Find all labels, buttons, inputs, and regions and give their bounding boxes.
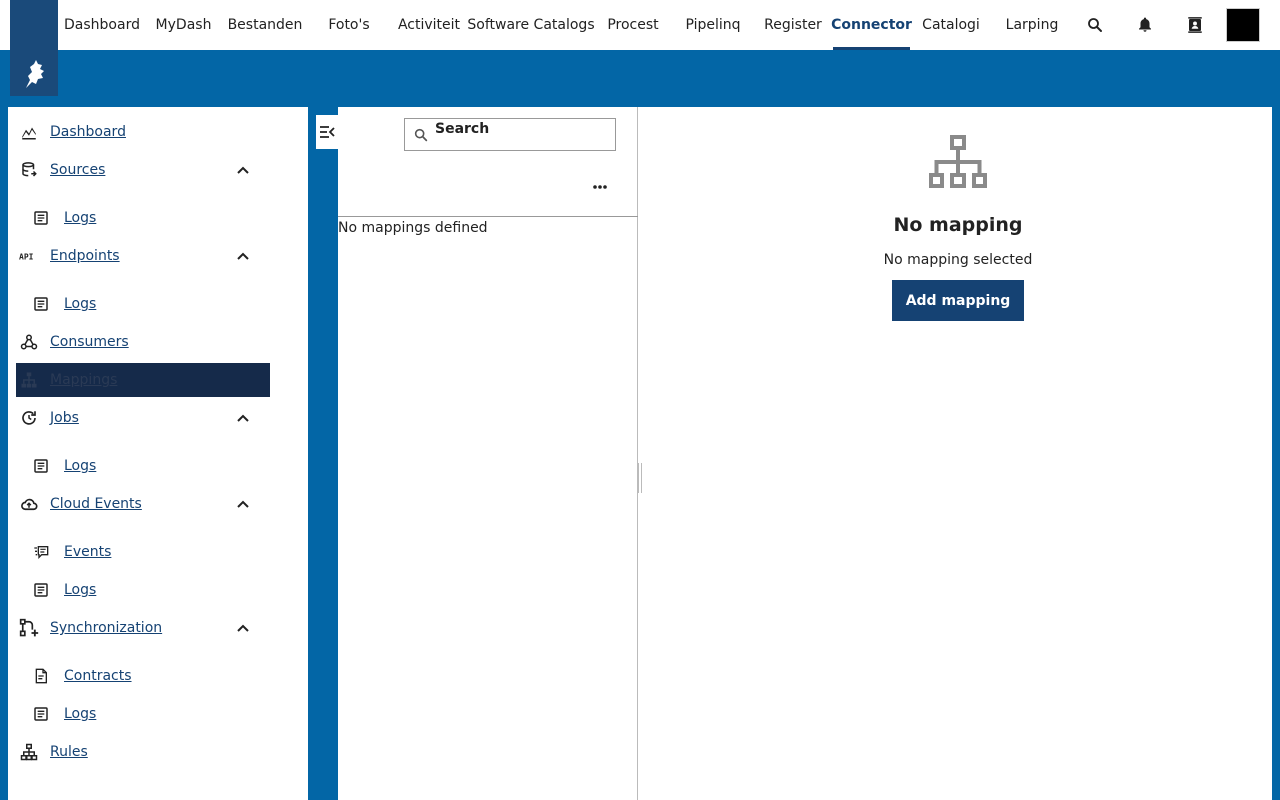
webhook-icon — [16, 325, 42, 359]
chevron-up-icon[interactable] — [236, 497, 250, 511]
nav-catalogi[interactable]: Catalogi — [910, 0, 992, 50]
top-bar: Dashboard MyDash Bestanden Foto's Activi… — [0, 0, 1280, 50]
sidebar-item-label: Contracts — [64, 668, 132, 684]
header-actions — [1070, 0, 1220, 50]
sidebar-item-label: Endpoints — [50, 248, 120, 264]
sidebar-item-label: Consumers — [50, 334, 129, 350]
chevron-up-icon[interactable] — [236, 163, 250, 177]
logs-icon — [28, 201, 54, 235]
sidebar-item-dashboard[interactable]: Dashboard — [16, 115, 270, 149]
sidebar-item-synchronization[interactable]: Synchronization — [16, 611, 270, 645]
sidebar-item-cloud-events-events[interactable]: Events — [28, 535, 270, 569]
search-icon[interactable] — [1070, 0, 1120, 50]
more-actions-button[interactable] — [588, 175, 612, 199]
search-label: Search — [435, 120, 490, 137]
sidebar-item-label: Synchronization — [50, 620, 163, 636]
sidebar: Dashboard Sources Logs API Endpoints Log… — [8, 107, 308, 800]
collapse-menu-icon — [320, 126, 335, 138]
sitemap-icon — [16, 363, 42, 397]
nav-bestanden[interactable]: Bestanden — [221, 0, 309, 50]
empty-list-text: No mappings defined — [338, 220, 488, 236]
sidebar-item-label: Mappings — [50, 372, 118, 388]
sidebar-item-endpoints[interactable]: API Endpoints — [16, 239, 270, 273]
logs-icon — [28, 449, 54, 483]
sidebar-item-label: Dashboard — [50, 124, 126, 140]
lion-logo-icon — [26, 60, 44, 88]
sidebar-item-sources-logs[interactable]: Logs — [28, 201, 270, 235]
sidebar-item-contracts[interactable]: Contracts — [28, 659, 270, 693]
add-mapping-button[interactable]: Add mapping — [892, 280, 1024, 321]
events-icon — [28, 535, 54, 569]
sidebar-item-label: Logs — [64, 458, 97, 474]
sidebar-item-consumers[interactable]: Consumers — [16, 325, 270, 359]
sidebar-item-label: Rules — [50, 744, 88, 760]
chevron-up-icon[interactable] — [236, 249, 250, 263]
sidebar-item-label: Cloud Events — [50, 496, 142, 512]
logs-icon — [28, 573, 54, 607]
nav-connector[interactable]: Connector — [831, 0, 912, 50]
search-input[interactable]: Search — [404, 118, 616, 151]
sidebar-item-rules[interactable]: Rules — [16, 735, 270, 769]
nav-activiteit[interactable]: Activiteit — [389, 0, 469, 50]
nav-procest[interactable]: Procest — [593, 0, 673, 50]
sidebar-item-label: Logs — [64, 296, 97, 312]
chevron-up-icon[interactable] — [236, 411, 250, 425]
search-icon — [414, 128, 428, 141]
sidebar-item-label: Logs — [64, 582, 97, 598]
contract-icon — [28, 659, 54, 693]
contacts-icon[interactable] — [1170, 0, 1220, 50]
chart-icon — [16, 115, 42, 149]
sidebar-item-label: Events — [64, 544, 112, 560]
sidebar-item-synchronization-logs[interactable]: Logs — [28, 697, 270, 731]
svg-text:API: API — [19, 252, 34, 261]
nav-pipelinq[interactable]: Pipelinq — [673, 0, 753, 50]
mappings-list-panel: Search No mappings defined — [338, 107, 638, 800]
collapse-sidebar-button[interactable] — [316, 115, 338, 149]
refresh-icon — [16, 401, 42, 435]
nav-larping[interactable]: Larping — [992, 0, 1072, 50]
app-navigation: Dashboard MyDash Bestanden Foto's Activi… — [58, 0, 1072, 50]
sidebar-item-sources[interactable]: Sources — [16, 153, 270, 187]
sidebar-item-label: Logs — [64, 706, 97, 722]
sidebar-item-label: Jobs — [50, 410, 79, 426]
sidebar-item-cloud-events-logs[interactable]: Logs — [28, 573, 270, 607]
empty-state-title: No mapping — [893, 214, 1023, 236]
nav-mydash[interactable]: MyDash — [146, 0, 221, 50]
bell-icon[interactable] — [1120, 0, 1170, 50]
sidebar-item-jobs-logs[interactable]: Logs — [28, 449, 270, 483]
chevron-up-icon[interactable] — [236, 621, 250, 635]
logs-icon — [28, 287, 54, 321]
sidebar-item-label: Sources — [50, 162, 106, 178]
sidebar-item-jobs[interactable]: Jobs — [16, 401, 270, 435]
empty-state-subtitle: No mapping selected — [883, 252, 1033, 268]
api-icon: API — [16, 239, 42, 273]
database-icon — [16, 153, 42, 187]
nav-dashboard[interactable]: Dashboard — [58, 0, 146, 50]
sidebar-item-endpoints-logs[interactable]: Logs — [28, 287, 270, 321]
mapping-detail-panel: No mapping No mapping selected Add mappi… — [638, 107, 1272, 800]
sidebar-item-mappings[interactable]: Mappings — [16, 363, 270, 397]
logs-icon — [28, 697, 54, 731]
app-logo[interactable] — [10, 0, 58, 96]
avatar[interactable] — [1226, 8, 1260, 42]
sync-icon — [16, 611, 42, 645]
sidebar-item-cloud-events[interactable]: Cloud Events — [16, 487, 270, 521]
sitemap-icon — [928, 135, 988, 195]
more-horizontal-icon — [593, 185, 607, 189]
cloud-icon — [16, 487, 42, 521]
resize-handle[interactable] — [638, 463, 642, 493]
nav-register[interactable]: Register — [753, 0, 833, 50]
divider — [338, 216, 638, 217]
sidebar-item-label: Logs — [64, 210, 97, 226]
nav-software-catalogs[interactable]: Software Catalogs — [467, 0, 594, 50]
sitemap-icon — [16, 735, 42, 769]
nav-fotos[interactable]: Foto's — [309, 0, 389, 50]
